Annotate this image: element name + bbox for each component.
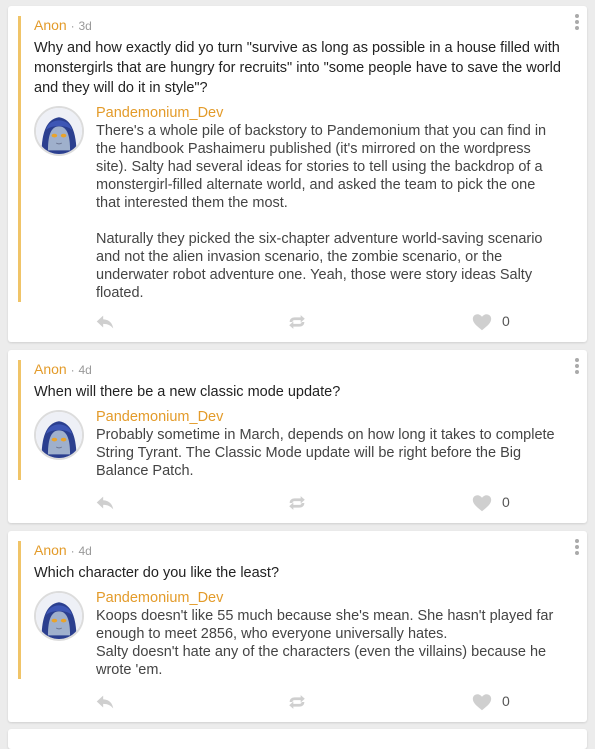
answerer-name[interactable]: Pandemonium_Dev (96, 104, 561, 122)
avatar[interactable] (34, 591, 84, 641)
timestamp: 3d (78, 19, 92, 33)
like-count: 0 (502, 313, 510, 329)
separator: · (70, 19, 75, 33)
post-card: Anon · 4d When will there be a new class… (8, 350, 587, 523)
timestamp: 4d (78, 544, 92, 558)
answer-block: Pandemonium_Dev Koops doesn't like 55 mu… (34, 589, 561, 679)
more-vertical-icon[interactable] (574, 539, 580, 557)
avatar[interactable] (34, 410, 84, 460)
question-meta: Anon · 3d (34, 16, 561, 36)
question-block: Anon · 3d Why and how exactly did yo tur… (18, 16, 561, 302)
answer-block: Pandemonium_Dev There's a whole pile of … (34, 104, 561, 302)
post-card-partial (8, 729, 587, 749)
heart-icon[interactable] (471, 492, 493, 514)
asker-name[interactable]: Anon (34, 542, 67, 558)
reply-icon[interactable] (94, 492, 116, 514)
more-vertical-icon[interactable] (574, 358, 580, 376)
answerer-name[interactable]: Pandemonium_Dev (96, 408, 561, 426)
heart-icon[interactable] (471, 311, 493, 333)
answer-block: Pandemonium_Dev Probably sometime in Mar… (34, 408, 561, 480)
post-actions: 0 (8, 483, 587, 523)
question-text: When will there be a new classic mode up… (34, 384, 341, 400)
question-block: Anon · 4d When will there be a new class… (18, 360, 561, 480)
share-icon[interactable] (286, 691, 308, 713)
answer-text: Probably sometime in March, depends on h… (96, 427, 555, 479)
question-meta: Anon · 4d (34, 541, 561, 561)
question-block: Anon · 4d Which character do you like th… (18, 541, 561, 679)
reply-icon[interactable] (94, 691, 116, 713)
post-actions: 0 (8, 302, 587, 342)
like-count: 0 (502, 494, 510, 510)
more-vertical-icon[interactable] (574, 14, 580, 32)
like-count: 0 (502, 693, 510, 709)
share-icon[interactable] (286, 492, 308, 514)
post-card: Anon · 4d Which character do you like th… (8, 531, 587, 722)
asker-name[interactable]: Anon (34, 17, 67, 33)
avatar[interactable] (34, 106, 84, 156)
question-text: Which character do you like the least? (34, 565, 280, 581)
separator: · (70, 363, 75, 377)
heart-icon[interactable] (471, 691, 493, 713)
answer-text: There's a whole pile of backstory to Pan… (96, 123, 547, 301)
answerer-name[interactable]: Pandemonium_Dev (96, 589, 561, 607)
answer-text: Koops doesn't like 55 much because she's… (96, 608, 554, 678)
asker-name[interactable]: Anon (34, 361, 67, 377)
question-text: Why and how exactly did yo turn "survive… (34, 40, 561, 96)
post-card: Anon · 3d Why and how exactly did yo tur… (8, 6, 587, 342)
question-meta: Anon · 4d (34, 360, 561, 380)
post-actions: 0 (8, 682, 587, 722)
reply-icon[interactable] (94, 311, 116, 333)
separator: · (70, 544, 75, 558)
timestamp: 4d (78, 363, 92, 377)
share-icon[interactable] (286, 311, 308, 333)
